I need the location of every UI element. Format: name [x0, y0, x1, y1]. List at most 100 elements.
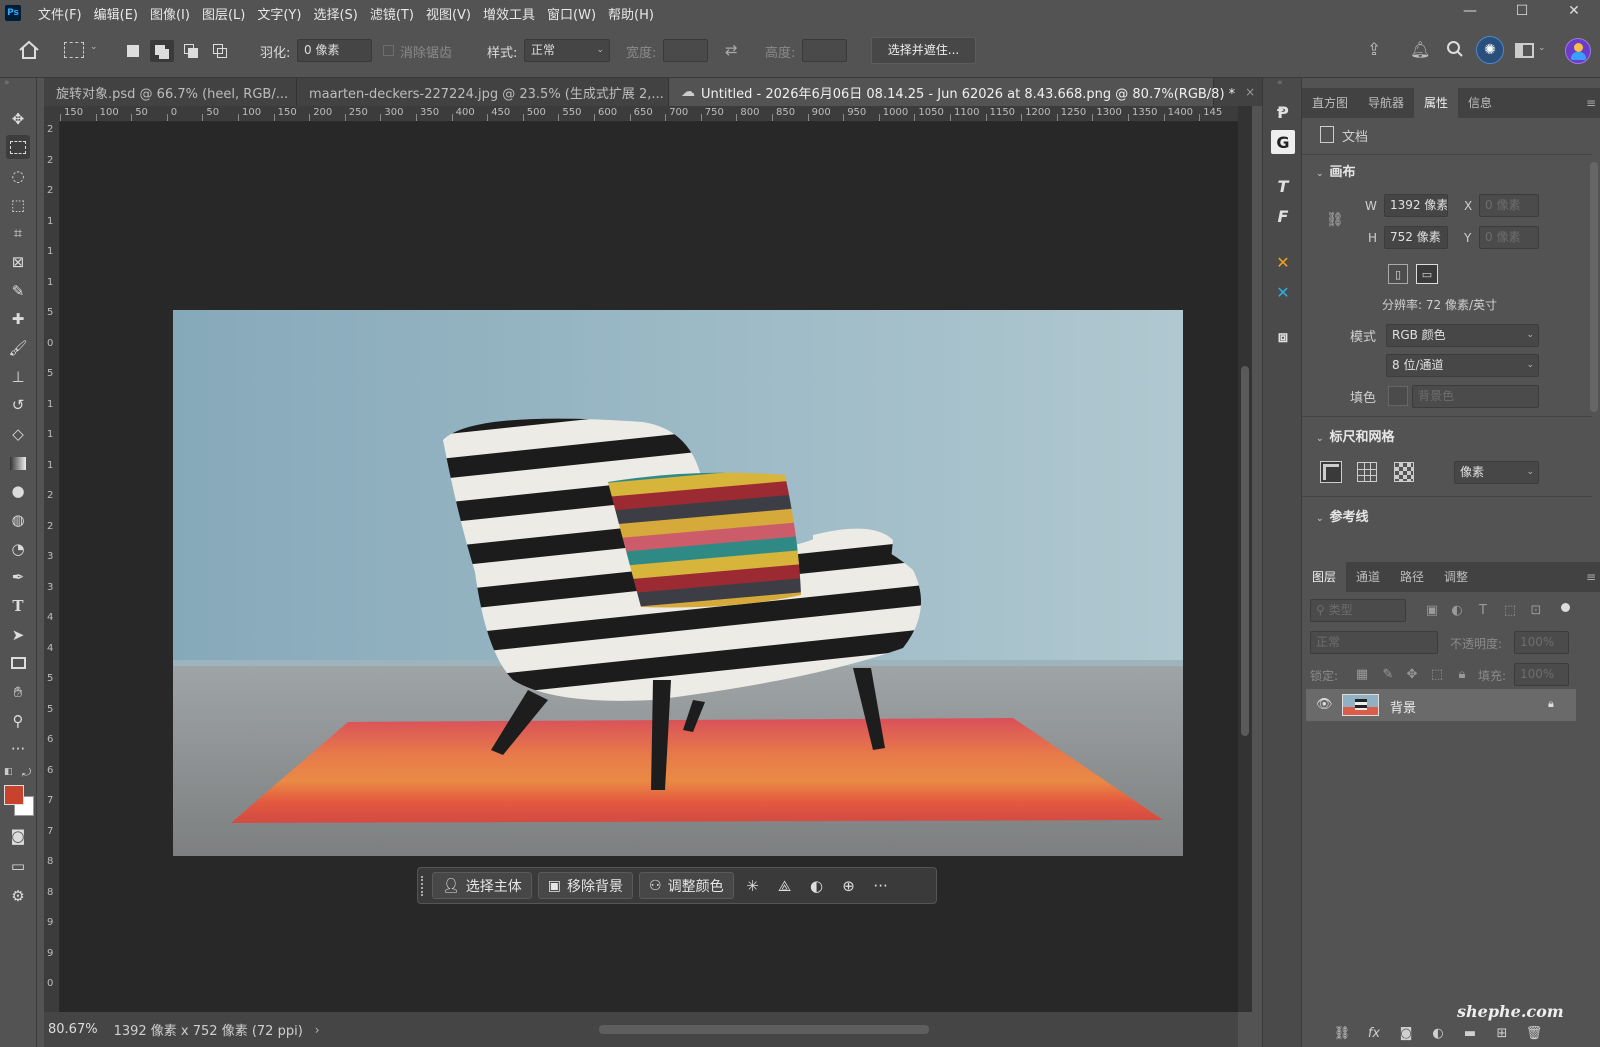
chevron-down-icon[interactable]: ⌄ [90, 42, 98, 52]
lasso-tool-icon[interactable]: ◌ [6, 164, 30, 188]
layer-filter-select[interactable]: ⚲ 类型 [1310, 599, 1406, 622]
plugin-f-icon[interactable]: F [1271, 204, 1295, 228]
remove-background-button[interactable]: ▣ 移除背景 [537, 872, 634, 899]
select-and-mask-button[interactable]: 选择并遮住... [871, 37, 976, 64]
plugin-frame-icon[interactable]: ⧈ [1271, 325, 1295, 349]
generative-icon[interactable]: ⚙ [6, 884, 30, 908]
filter-smart-object-icon[interactable]: ⊡ [1526, 600, 1546, 620]
status-arrow[interactable]: › [315, 1023, 320, 1037]
link-layers-icon[interactable]: ⛓ [1332, 1023, 1352, 1043]
lock-all-icon[interactable]: 🔒︎ [1452, 664, 1472, 684]
menu-item[interactable]: 文件(F) [33, 4, 87, 23]
tab-layers[interactable]: 图层 [1302, 562, 1347, 592]
panel-menu-icon[interactable]: ≡ [1586, 96, 1596, 110]
healing-brush-tool-icon[interactable]: ✚ [6, 307, 30, 331]
pixel-grid-icon[interactable] [1394, 462, 1414, 482]
history-brush-tool-icon[interactable]: ↺ [6, 393, 30, 417]
move-tool-icon[interactable]: ✥ [6, 107, 30, 131]
path-selection-tool-icon[interactable]: ➤ [6, 623, 30, 647]
feather-input[interactable]: 0 像素 [297, 39, 372, 62]
filter-adjustment-icon[interactable]: ◐ [1447, 600, 1467, 620]
collapse-icon[interactable]: « [1277, 78, 1283, 88]
frame-tool-icon[interactable]: ⊠ [6, 250, 30, 274]
dodge-tool-icon[interactable]: ◍ [6, 508, 30, 532]
filter-shape-icon[interactable]: ⬚ [1500, 600, 1520, 620]
transform-icon[interactable]: ⟁ [772, 872, 798, 899]
unit-select[interactable]: 像素 ⌄ [1454, 461, 1539, 484]
minimize-button[interactable]: — [1444, 0, 1496, 26]
crop-tool-icon[interactable]: ⌗ [6, 221, 30, 245]
landscape-icon[interactable]: ▭ [1416, 264, 1438, 284]
new-selection-icon[interactable] [127, 45, 139, 57]
tab-maarten-deckers[interactable]: maarten-deckers-227224.jpg @ 23.5% (生成式扩… [297, 78, 684, 106]
drag-handle[interactable] [421, 876, 425, 896]
chevron-down-icon[interactable]: ⌄ [1538, 43, 1546, 53]
vertical-scrollbar[interactable] [1238, 106, 1252, 1012]
canvas-section-header[interactable]: ⌄ 画布 [1316, 161, 1356, 180]
tab-rotate-object[interactable]: 旋转对象.psd @ 66.7% (heel, RGB/... × [44, 78, 308, 106]
plugin-x-blue-icon[interactable]: ✕ [1271, 280, 1295, 304]
portrait-icon[interactable]: ▯ [1388, 264, 1408, 284]
home-icon[interactable] [18, 40, 40, 63]
style-select[interactable]: 正常 ⌄ [524, 39, 610, 62]
width-input[interactable] [663, 39, 708, 62]
ruler-vertical[interactable]: 2 2 2 1 1 1 5 0 5 1 1 1 2 2 3 3 4 4 5 5 6 6 7 7 8 8 9 9 0 [44, 122, 60, 1012]
ruler-horizontal[interactable]: 150 100 50 0 50 100 150 200 250 300 350 400 450 500 55… [60, 106, 1238, 122]
menu-item[interactable]: 视图(V) [421, 4, 476, 23]
grid-icon[interactable] [1357, 462, 1377, 482]
plugin-x-orange-icon[interactable]: ✕ [1271, 250, 1295, 274]
more-options-icon[interactable]: ··· [868, 872, 894, 899]
eyedropper-tool-icon[interactable]: ✎ [6, 279, 30, 303]
zoom-level[interactable]: 80.67% [48, 1022, 98, 1037]
opacity-field[interactable]: 100% [1514, 631, 1569, 654]
more-tools-icon[interactable]: ··· [6, 737, 30, 761]
brush-tool-icon[interactable]: 🖌︎ [6, 336, 30, 360]
height-field[interactable]: 752 像素 [1384, 226, 1448, 249]
scroll-thumb[interactable] [1241, 366, 1249, 736]
intersect-selection-icon[interactable] [213, 44, 227, 58]
plugin-t-icon[interactable]: T [1271, 174, 1295, 198]
hand-tool-icon[interactable]: ✋︎ [6, 680, 30, 704]
search-icon[interactable] [1446, 40, 1464, 61]
bell-icon[interactable]: 🔔︎ [1410, 40, 1430, 59]
group-icon[interactable]: ▬ [1460, 1023, 1480, 1043]
document-image[interactable] [173, 310, 1183, 856]
blur-tool-icon[interactable]: ● [6, 479, 30, 503]
clone-stamp-tool-icon[interactable]: ⊥ [6, 365, 30, 389]
filter-pixel-icon[interactable]: ▣ [1422, 600, 1442, 620]
rectangular-marquee-tool-icon[interactable] [6, 135, 30, 159]
lock-transparent-icon[interactable]: ▦ [1352, 664, 1372, 684]
visibility-eye-icon[interactable]: 👁︎ [1316, 697, 1333, 712]
tab-info[interactable]: 信息 [1458, 88, 1502, 118]
x-field[interactable]: 0 像素 [1479, 194, 1539, 217]
eraser-tool-icon[interactable]: ◇ [6, 422, 30, 446]
width-field[interactable]: 1392 像素 [1384, 194, 1448, 217]
add-selection-icon[interactable] [150, 40, 174, 62]
pen-tool-icon[interactable]: ✒ [6, 565, 30, 589]
rectangle-tool-icon[interactable] [6, 651, 30, 675]
horizontal-scroll-thumb[interactable] [599, 1025, 929, 1034]
menu-item[interactable]: 窗口(W) [542, 4, 601, 23]
fill-select[interactable]: 背景色 [1412, 385, 1539, 408]
filter-type-icon[interactable]: T [1473, 600, 1493, 620]
swap-colors-icon[interactable]: ⤾ [22, 766, 31, 780]
filter-toggle-icon[interactable] [1561, 603, 1570, 612]
fill-opacity-field[interactable]: 100% [1514, 663, 1569, 686]
avatar[interactable] [1565, 38, 1591, 64]
zoom-tool-icon[interactable]: ⚲ [6, 709, 30, 733]
plugin-p-icon[interactable]: Ᵽ [1271, 100, 1295, 124]
sponge-tool-icon[interactable]: ◔ [6, 537, 30, 561]
adjustment-layer-icon[interactable]: ◐ [1428, 1023, 1448, 1043]
screen-mode-icon[interactable]: ▭ [6, 854, 30, 878]
y-field[interactable]: 0 像素 [1479, 226, 1539, 249]
close-window-button[interactable]: ✕ [1548, 0, 1600, 26]
depth-select[interactable]: 8 位/通道 ⌄ [1386, 354, 1539, 377]
add-mask-icon[interactable]: ◙ [1396, 1023, 1416, 1043]
object-selection-tool-icon[interactable]: ⬚ [6, 193, 30, 217]
menu-item[interactable]: 图像(I) [145, 4, 195, 23]
foreground-color-swatch[interactable] [4, 785, 24, 805]
mode-select[interactable]: RGB 颜色 ⌄ [1386, 324, 1539, 347]
contrast-icon[interactable]: ◐ [804, 872, 830, 899]
rulers-section-header[interactable]: ⌄ 标尺和网格 [1316, 426, 1395, 445]
menu-item[interactable]: 文字(Y) [252, 4, 306, 23]
